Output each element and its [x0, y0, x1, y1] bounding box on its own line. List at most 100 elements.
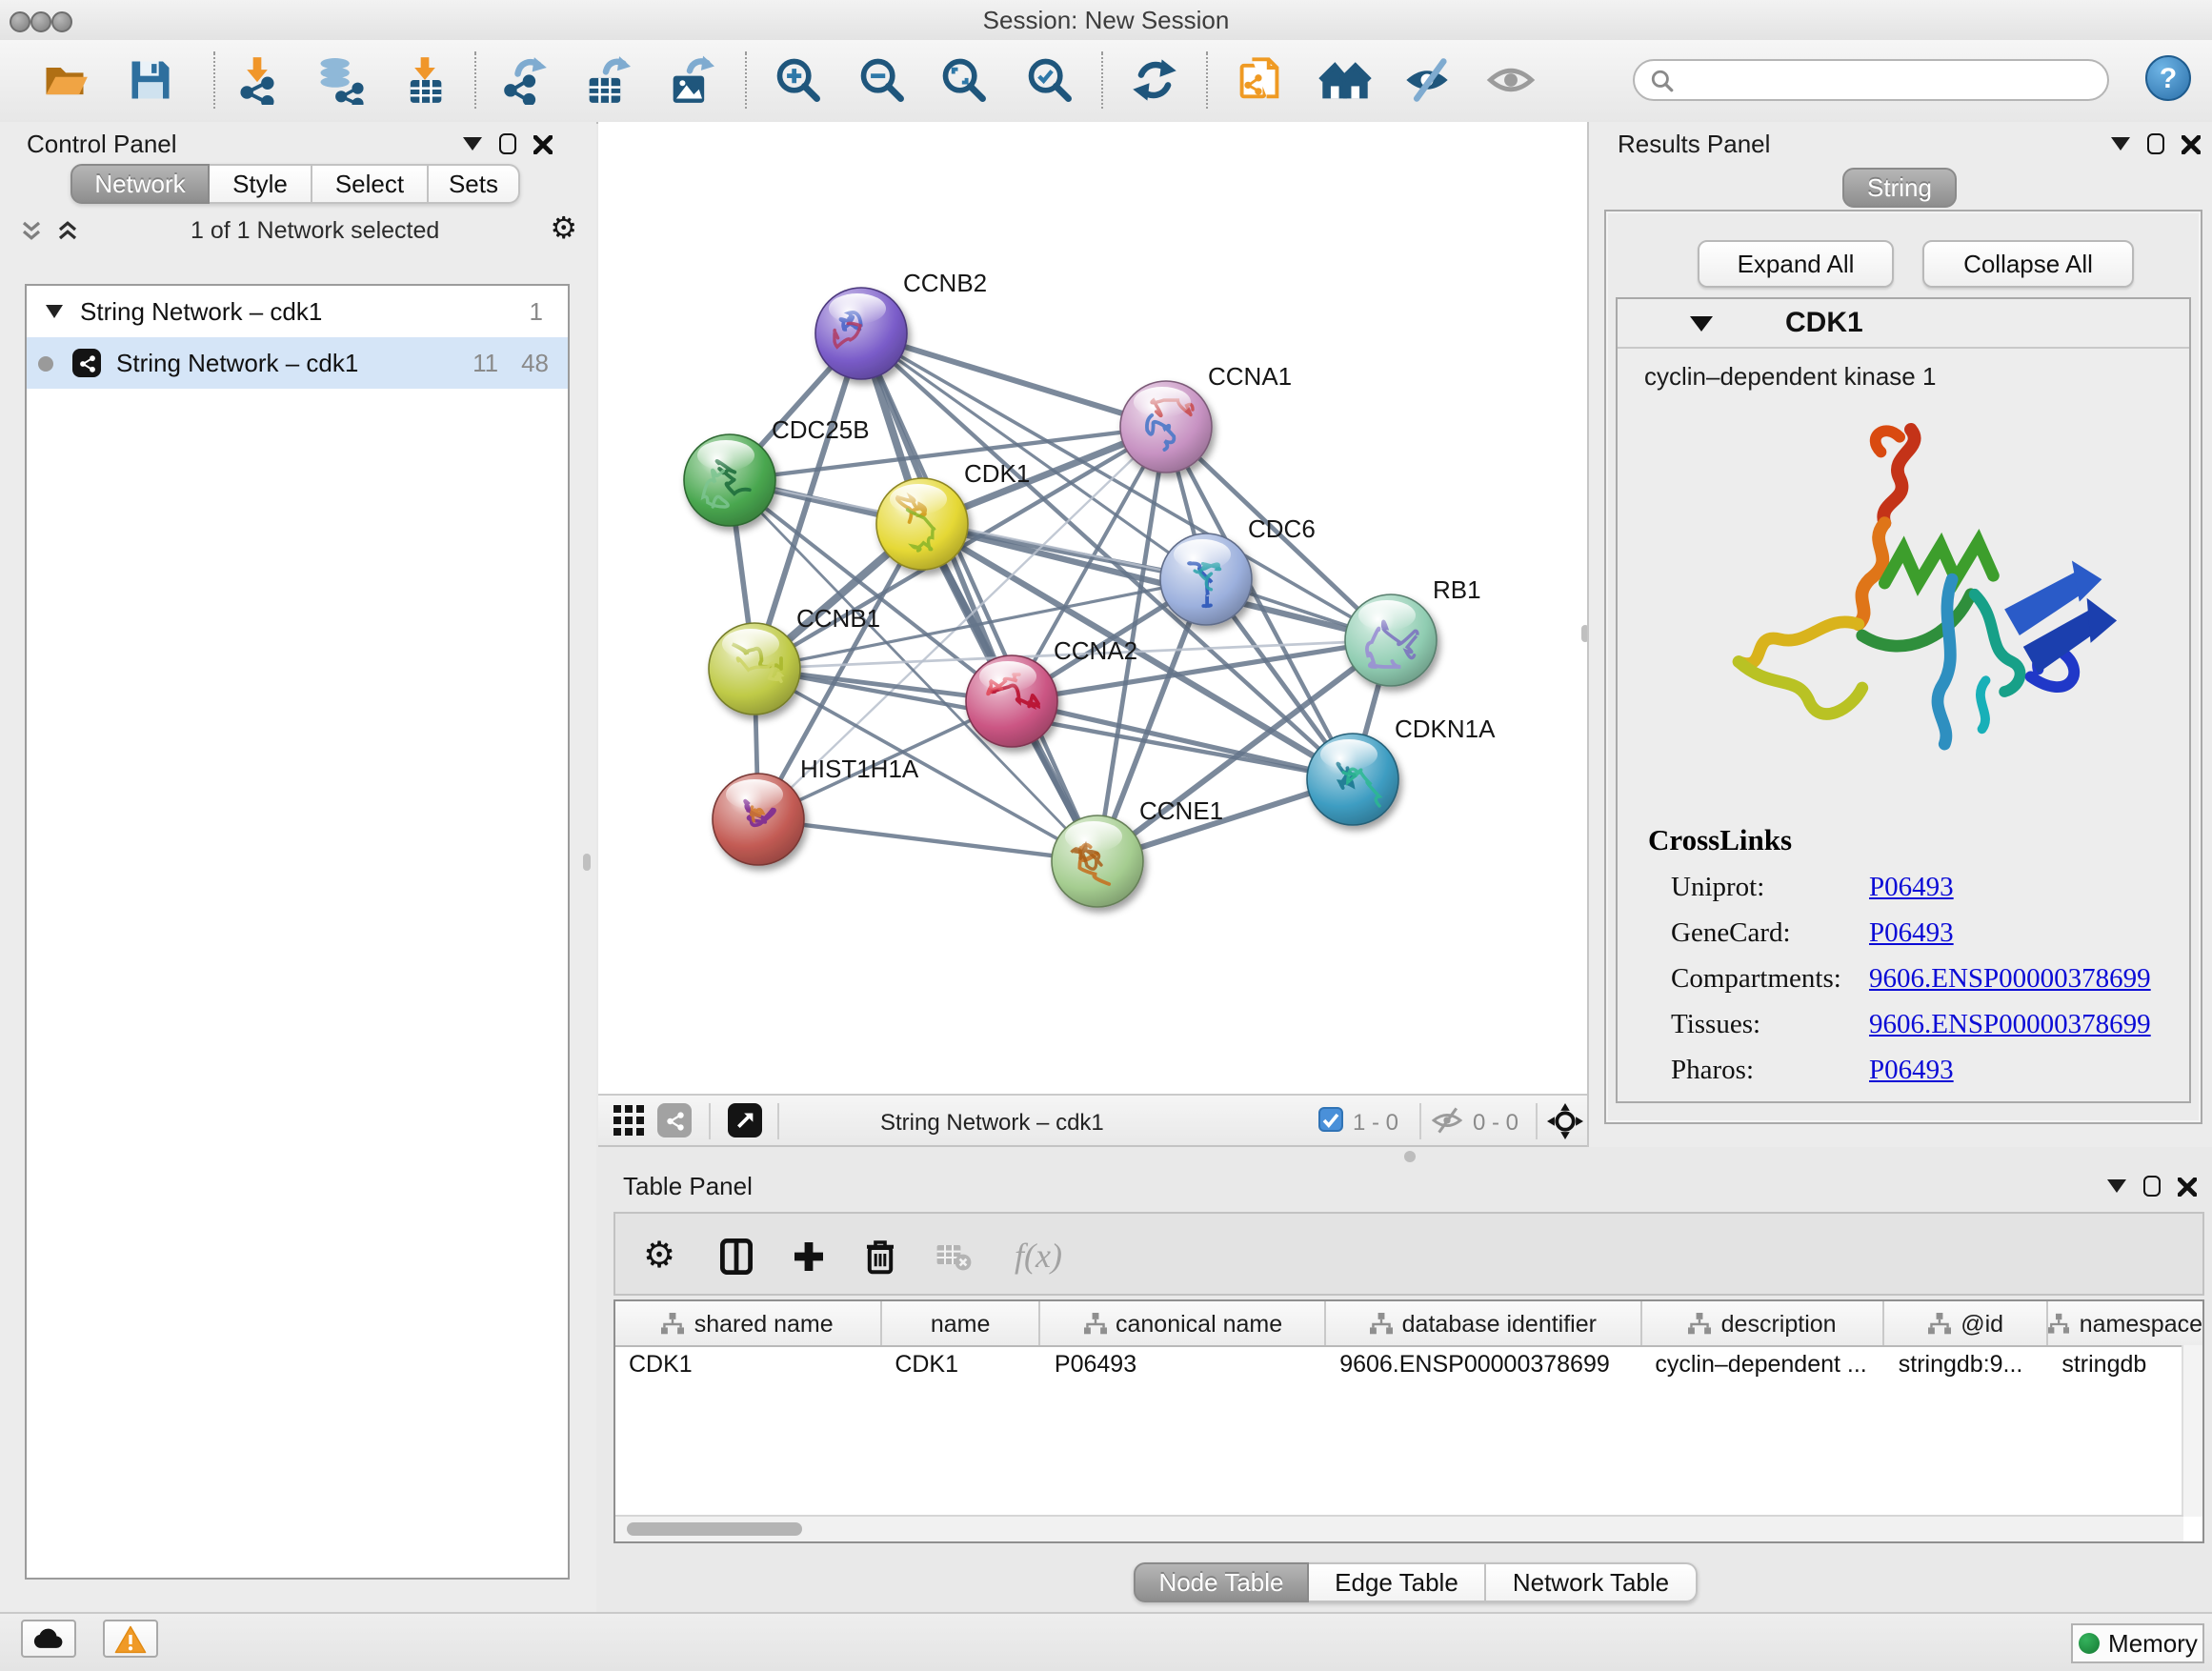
panel-float-icon[interactable] — [2143, 1176, 2161, 1197]
cell-shared-name[interactable]: CDK1 — [615, 1351, 881, 1378]
network-node-CCNA1[interactable] — [1120, 381, 1212, 473]
collection-expand-caret-icon[interactable] — [46, 305, 63, 318]
tab-node-table[interactable]: Node Table — [1134, 1562, 1309, 1602]
network-collection-row[interactable]: String Network – cdk1 1 — [27, 286, 568, 337]
gene-section-header[interactable]: CDK1 — [1618, 299, 2189, 349]
panel-close-icon[interactable] — [2182, 134, 2201, 153]
export-table-icon[interactable] — [577, 51, 634, 109]
zoom-fit-icon[interactable] — [935, 51, 993, 109]
export-image-icon[interactable] — [661, 51, 718, 109]
network-node-CDK1[interactable] — [876, 478, 968, 570]
selected-checkbox-icon[interactable] — [1318, 1107, 1343, 1132]
open-in-new-window-icon[interactable] — [728, 1103, 762, 1137]
collapse-all-networks-icon[interactable] — [55, 219, 80, 242]
function-builder-icon[interactable]: f(x) — [1006, 1235, 1071, 1277]
network-node-RB1[interactable] — [1345, 594, 1437, 686]
left-splitter-handle[interactable] — [583, 854, 591, 871]
section-collapse-caret-icon[interactable] — [1690, 315, 1713, 331]
search-field[interactable] — [1633, 59, 2109, 101]
tab-sets[interactable]: Sets — [429, 164, 520, 204]
new-network-from-selection-icon[interactable] — [1231, 51, 1288, 109]
network-node-CCNB2[interactable] — [815, 288, 907, 379]
cell-canonical-name[interactable]: P06493 — [1041, 1351, 1326, 1378]
network-edge-CCNB2-CCNA1[interactable] — [861, 333, 1166, 427]
import-table-file-icon[interactable] — [396, 51, 453, 109]
splitter-handle[interactable] — [1404, 1151, 1416, 1162]
expand-all-button[interactable]: Expand All — [1698, 240, 1894, 288]
warnings-button[interactable] — [103, 1620, 158, 1658]
column-header-description[interactable]: description — [1641, 1301, 1884, 1345]
tab-select[interactable]: Select — [312, 164, 429, 204]
cell-id[interactable]: stringdb:9... — [1885, 1351, 2049, 1378]
birds-eye-crosshair-icon[interactable] — [1547, 1103, 1583, 1149]
show-hide-columns-icon[interactable] — [714, 1235, 756, 1277]
tab-string[interactable]: String — [1842, 168, 1957, 208]
scrollbar-thumb[interactable] — [627, 1522, 802, 1536]
network-node-CCNB1[interactable] — [709, 623, 800, 715]
grid-view-icon[interactable] — [613, 1105, 646, 1147]
network-row-selected[interactable]: String Network – cdk1 11 48 — [27, 337, 568, 389]
collapse-all-button[interactable]: Collapse All — [1922, 240, 2134, 288]
network-node-CCNE1[interactable] — [1052, 815, 1143, 907]
tab-style[interactable]: Style — [210, 164, 312, 204]
delete-table-icon[interactable] — [932, 1235, 974, 1277]
column-header-namespace[interactable]: namespace — [2048, 1301, 2202, 1345]
network-node-CDC25B[interactable] — [684, 434, 775, 526]
column-header-shared-name[interactable]: shared name — [615, 1301, 881, 1345]
column-header-name[interactable]: name — [881, 1301, 1041, 1345]
network-options-gear-icon[interactable]: ⚙ — [550, 215, 577, 246]
column-header-canonical-name[interactable]: canonical name — [1041, 1301, 1326, 1345]
panel-minimize-icon[interactable] — [463, 137, 482, 151]
tab-network-table[interactable]: Network Table — [1486, 1562, 1698, 1602]
network-canvas[interactable]: CCNB2 CCNA1 CDC25B CDK1 CDC6 — [598, 122, 1587, 1094]
search-input[interactable] — [1675, 65, 2063, 95]
crosslink-genecard[interactable]: P06493 — [1869, 918, 1954, 951]
panel-float-icon[interactable] — [2147, 133, 2164, 154]
column-header-id[interactable]: @id — [1885, 1301, 2049, 1345]
cell-namespace[interactable]: stringdb — [2048, 1351, 2202, 1378]
cell-description[interactable]: cyclin–dependent ... — [1641, 1351, 1884, 1378]
column-header-database-identifier[interactable]: database identifier — [1326, 1301, 1641, 1345]
cloud-button[interactable] — [21, 1620, 76, 1658]
table-options-gear-icon[interactable]: ⚙ — [638, 1235, 680, 1277]
crosslink-pharos[interactable]: P06493 — [1869, 1056, 1954, 1088]
crosslink-tissues[interactable]: 9606.ENSP00000378699 — [1869, 1010, 2151, 1042]
zoom-in-icon[interactable] — [770, 51, 827, 109]
horizontal-splitter[interactable] — [598, 1147, 2212, 1166]
expand-all-networks-icon[interactable] — [19, 219, 44, 242]
cell-database-identifier[interactable]: 9606.ENSP00000378699 — [1326, 1351, 1641, 1378]
network-node-CDKN1A[interactable] — [1307, 734, 1398, 825]
import-network-file-icon[interactable] — [229, 51, 286, 109]
apply-layout-icon[interactable] — [1126, 51, 1183, 109]
panel-minimize-icon[interactable] — [2111, 137, 2130, 151]
table-row[interactable]: CDK1 CDK1 P06493 9606.ENSP00000378699 cy… — [615, 1347, 2202, 1381]
panel-close-icon[interactable] — [2178, 1177, 2197, 1196]
panel-close-icon[interactable] — [533, 134, 553, 153]
tab-network[interactable]: Network — [70, 164, 210, 204]
tab-edge-table[interactable]: Edge Table — [1309, 1562, 1486, 1602]
export-network-icon[interactable] — [495, 51, 553, 109]
import-network-database-icon[interactable] — [311, 51, 368, 109]
memory-button[interactable]: Memory — [2071, 1623, 2204, 1663]
delete-columns-trash-icon[interactable] — [859, 1235, 901, 1277]
help-button[interactable]: ? — [2145, 55, 2191, 101]
crosslink-compartments[interactable]: 9606.ENSP00000378699 — [1869, 964, 2151, 997]
crosslink-uniprot[interactable]: P06493 — [1869, 873, 1954, 905]
create-column-plus-icon[interactable] — [787, 1235, 829, 1277]
panel-float-icon[interactable] — [499, 133, 516, 154]
network-node-HIST1H1A[interactable] — [713, 774, 804, 865]
zoom-selected-icon[interactable] — [1021, 51, 1078, 109]
save-session-icon[interactable] — [122, 51, 179, 109]
network-edge-HIST1H1A-CCNE1[interactable] — [758, 819, 1097, 861]
cell-name[interactable]: CDK1 — [881, 1351, 1041, 1378]
table-vertical-scrollbar[interactable] — [2182, 1345, 2202, 1517]
network-node-CCNA2[interactable] — [966, 655, 1057, 747]
network-badge-icon[interactable] — [657, 1103, 692, 1137]
first-neighbors-icon[interactable] — [1317, 51, 1374, 109]
network-node-CDC6[interactable] — [1160, 534, 1252, 625]
table-horizontal-scrollbar[interactable] — [615, 1515, 2183, 1541]
show-all-icon[interactable] — [1482, 51, 1539, 109]
zoom-out-icon[interactable] — [854, 51, 911, 109]
panel-minimize-icon[interactable] — [2107, 1179, 2126, 1193]
open-session-icon[interactable] — [36, 51, 93, 109]
